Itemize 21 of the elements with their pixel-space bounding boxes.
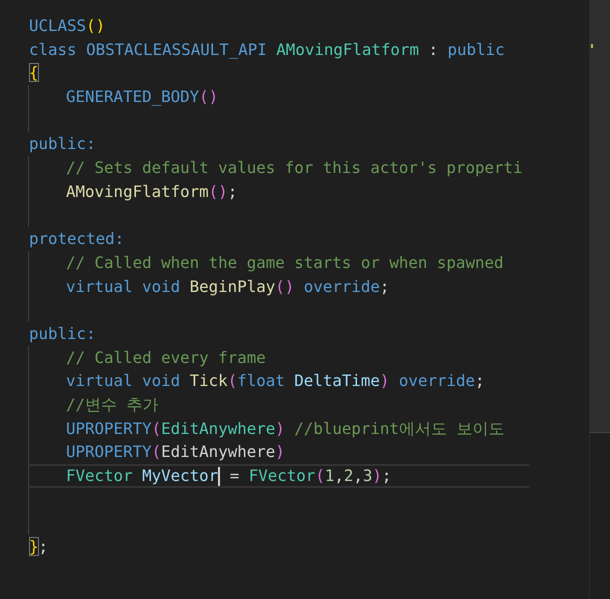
code-line: GENERATED_BODY() [66,87,218,106]
code-line: //변수 추가 [66,395,159,414]
code-line: // Called every frame [66,348,266,367]
code-line: UPROPERTY(EditAnywhere) [66,442,285,462]
text-cursor [218,467,220,486]
code-line: class OBSTACLEASSAULT_API AMovingFlatform : public [29,40,505,59]
code-line: // Called when the game starts or when spawned [66,252,504,272]
code-line: public: [29,134,96,154]
overview-marker [591,44,594,48]
code-line: UCLASS() [29,16,106,35]
scrollbar-thumb[interactable] [590,0,610,433]
code-line: UPROPERTY(EditAnywhere) //blueprint에서도 보이도 [66,418,504,438]
code-line: virtual void BeginPlay() override; [66,276,390,296]
code-line: protected: [29,229,124,248]
code-line: public: [29,324,96,343]
code-line: }; [29,537,48,556]
code-line: virtual void Tick(float DeltaTime) override; [66,371,485,390]
code-line: FVector MyVector = FVector(1,2,3); [66,466,392,486]
code-line: // Sets default values for this actor's properti [66,158,523,178]
code-line: AMovingFlatform(); [66,182,238,201]
code-line: { [29,63,39,82]
